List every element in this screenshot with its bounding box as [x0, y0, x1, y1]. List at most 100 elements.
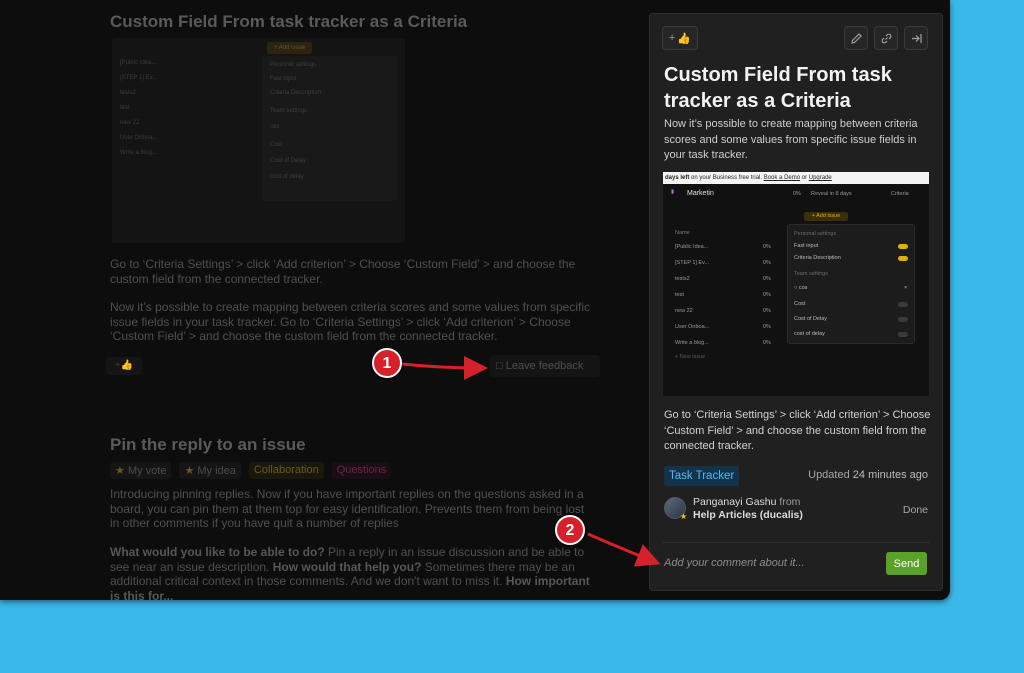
chat-bubble-icon: □	[496, 360, 503, 372]
leave-feedback-button[interactable]: □ Leave feedback	[490, 355, 600, 377]
table-row: [Public Idea...	[675, 244, 709, 250]
row-percent: 0%	[763, 260, 771, 266]
comment-input[interactable]	[664, 552, 884, 574]
feed-item-body: Introducing pinning replies. Now if you …	[110, 487, 585, 530]
section-label: Team settings	[794, 271, 828, 277]
updated-timestamp: Updated 24 minutes ago	[808, 469, 928, 481]
criteria-description-toggle	[898, 256, 908, 261]
board-name: Marketin	[687, 190, 714, 197]
tag-label: My vote	[127, 465, 167, 477]
star-icon: ★	[184, 465, 195, 477]
popup-item: Cost of Delay	[794, 316, 828, 322]
toggle-switch	[898, 302, 908, 307]
status-badge: Done	[902, 504, 928, 516]
thumbs-up-icon: 👍	[677, 32, 692, 45]
popup-item: Cost of Delay	[270, 158, 307, 164]
section-label: Personal settings	[794, 231, 837, 237]
new-issue-link: + New issue	[675, 354, 706, 360]
feature-screenshot: days left on your Business free trial. B…	[663, 172, 929, 396]
progress-percent: 0%	[793, 191, 801, 197]
reaction-button[interactable]: +👍	[106, 357, 142, 375]
app-window: Custom Field From task tracker as a Crit…	[0, 0, 950, 600]
author-name[interactable]: Panganayi Gashu	[693, 496, 776, 508]
author-from: from	[776, 496, 801, 508]
popup-item: Personal settings	[270, 62, 317, 68]
popup-item: Fast input	[270, 76, 297, 82]
row-percent: 0%	[763, 324, 771, 330]
task-tracker-tag[interactable]: Task Tracker	[664, 466, 740, 486]
divider	[662, 542, 930, 543]
toggle-switch	[898, 332, 908, 337]
settings-popup: Personal settings Fast input Criteria De…	[262, 56, 397, 201]
popup-item: cost of delay	[270, 174, 304, 180]
list-item: tests2	[120, 90, 137, 96]
step-1-badge: 1	[372, 348, 402, 378]
pencil-icon	[850, 32, 862, 44]
search-icon: ○	[794, 285, 798, 291]
list-item: test	[120, 105, 130, 111]
popup-item: Cost	[794, 301, 806, 307]
collaboration-tag[interactable]: Collaboration	[248, 462, 324, 479]
table-row: tests2	[675, 276, 690, 282]
popup-item: cos	[270, 124, 280, 130]
tag-list: ★ My vote ★ My idea Collaboration Questi…	[110, 462, 392, 479]
row-percent: 0%	[763, 292, 771, 298]
feed-item-screenshot: + Add issue [Public Idea... [STEP 1] Ev.…	[112, 38, 405, 243]
author-board[interactable]: Help Articles (ducalis)	[693, 509, 803, 521]
popup-item: Team settings	[270, 108, 308, 114]
star-icon: ★	[680, 512, 688, 521]
toggle-switch	[898, 317, 908, 322]
feed-item-howto: Go to ‘Criteria Settings’ > click ‘Add c…	[110, 257, 576, 286]
popup-item: Criteria Description	[794, 255, 841, 261]
row-percent: 0%	[763, 276, 771, 282]
list-item: [Public Idea...	[120, 60, 157, 66]
send-button[interactable]: Send	[886, 552, 927, 575]
table-row: [STEP 1] Ev...	[675, 260, 710, 266]
table-row: Write a blog...	[675, 340, 709, 346]
star-icon: ★	[115, 465, 125, 477]
reveal-text: Reveal in 8 days	[811, 191, 852, 197]
feed-item-title[interactable]: Custom Field From task tracker as a Crit…	[110, 12, 467, 32]
changelog-feed: Custom Field From task tracker as a Crit…	[0, 0, 650, 600]
panel-title: Custom Field From task tracker as a Crit…	[664, 64, 892, 112]
settings-popup: Personal settings Fast input Criteria De…	[787, 224, 915, 344]
table-row: User Onboa...	[675, 324, 710, 330]
feed-item-body: Now it’s possible to create mapping betw…	[110, 300, 590, 343]
edit-button[interactable]	[844, 26, 868, 50]
my-idea-tag[interactable]: ★ My idea	[179, 462, 241, 479]
close-panel-button[interactable]	[904, 26, 928, 50]
collapse-right-icon	[911, 33, 922, 43]
search-field: ○ cos	[794, 285, 808, 291]
list-item: [STEP 1] Ev...	[120, 75, 158, 81]
feed-item-details: What would you like to be able to do? Pi…	[110, 545, 590, 600]
row-percent: 0%	[763, 340, 771, 346]
board-icon: ▮	[671, 189, 675, 195]
popup-item: Criteria Description	[270, 90, 322, 96]
criteria-link: Criteria	[891, 191, 909, 197]
row-percent: 0%	[763, 244, 771, 250]
question-label: What would you like to be able to do?	[110, 545, 325, 559]
plus-icon: +	[668, 32, 676, 44]
close-icon: ×	[904, 285, 908, 291]
panel-howto: Go to ‘Criteria Settings’ > click ‘Add c…	[664, 409, 931, 452]
my-vote-tag[interactable]: ★ My vote	[110, 462, 172, 479]
list-item: Write a blog...	[120, 150, 157, 156]
tag-label: My idea	[197, 465, 236, 477]
leave-feedback-label: Leave feedback	[505, 360, 584, 372]
table-row: test	[675, 292, 684, 298]
author-info: Panganayi Gashu from Help Articles (duca…	[693, 496, 803, 522]
popup-item: Cost	[270, 142, 283, 148]
add-issue-button: + Add issue	[804, 212, 848, 221]
step-2-badge: 2	[555, 515, 585, 545]
questions-tag[interactable]: Questions	[331, 462, 392, 479]
link-icon	[881, 33, 891, 43]
feed-item-title[interactable]: Pin the reply to an issue	[110, 435, 306, 455]
add-issue-button: + Add issue	[267, 42, 312, 54]
list-item: User Onboa...	[120, 135, 158, 141]
question-label: How would that help you?	[272, 559, 422, 574]
add-reaction-button[interactable]: + 👍	[662, 26, 698, 50]
list-item: new 22	[120, 120, 140, 126]
copy-link-button[interactable]	[874, 26, 898, 50]
detail-panel: + 👍 Custom Field From task tracker as a C…	[649, 13, 943, 591]
popup-item: Fast input	[794, 243, 819, 249]
